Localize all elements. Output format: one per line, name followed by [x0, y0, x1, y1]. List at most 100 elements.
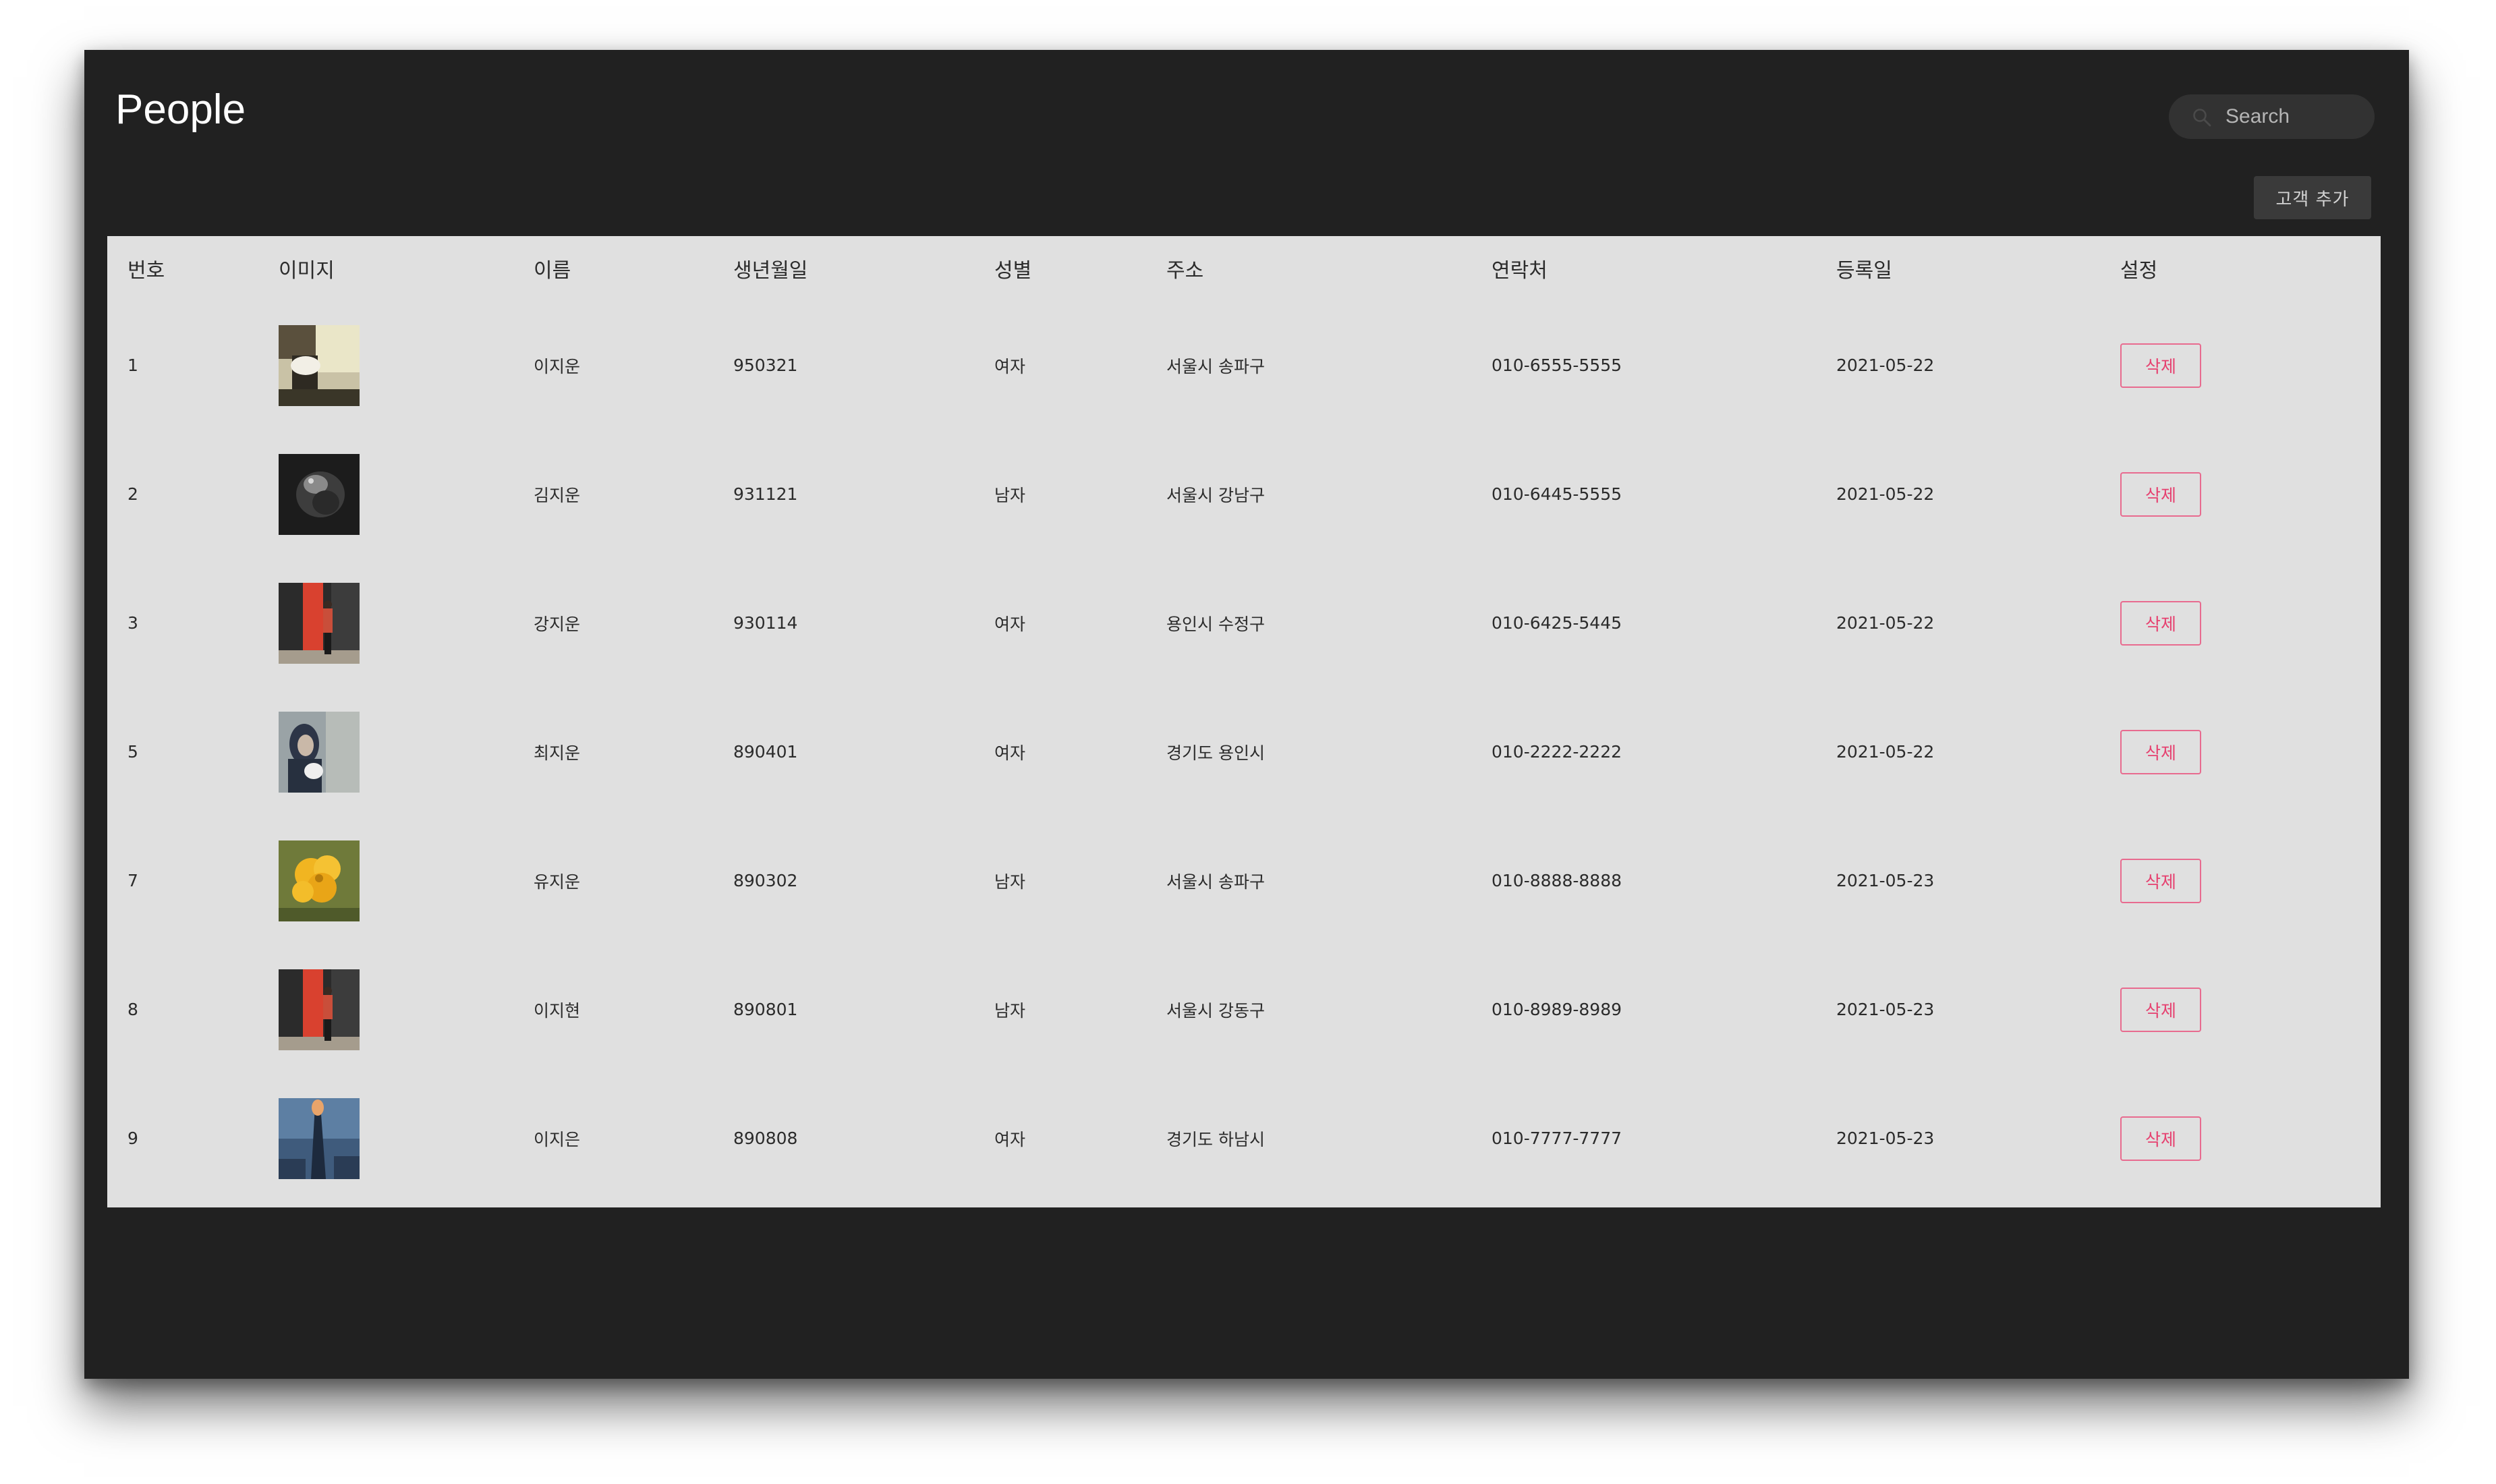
cell-settings: 삭제 [2120, 816, 2381, 945]
cell-registered: 2021-05-23 [1836, 1000, 1935, 1019]
delete-button[interactable]: 삭제 [2120, 858, 2201, 903]
cell-gender: 남자 [994, 485, 1026, 505]
column-header-address[interactable]: 주소 [1166, 236, 1492, 301]
column-header-name[interactable]: 이름 [534, 236, 733, 301]
cell-birthdate: 930114 [733, 613, 798, 633]
cell-number: 2 [127, 484, 138, 504]
cell-settings: 삭제 [2120, 1074, 2381, 1203]
cell-registered: 2021-05-23 [1836, 871, 1935, 890]
avatar-photo [279, 453, 360, 535]
cell-birthdate: 950321 [733, 355, 798, 375]
cell-image [279, 1074, 534, 1203]
cell-registered: 2021-05-22 [1836, 742, 1935, 762]
cell-phone: 010-8888-8888 [1492, 871, 1622, 890]
cell-name: 김지운 [534, 485, 581, 505]
add-customer-button[interactable]: 고객 추가 [2254, 176, 2371, 219]
cell-settings: 삭제 [2120, 687, 2381, 816]
cell-image [279, 816, 534, 945]
cell-birthdate: 931121 [733, 484, 798, 504]
cell-name: 유지운 [534, 872, 581, 892]
cell-birthdate: 890302 [733, 871, 798, 890]
cell-image [279, 559, 534, 687]
cell-registered: 2021-05-22 [1836, 484, 1935, 504]
search-box[interactable] [2169, 94, 2375, 139]
cell-address: 서울시 송파구 [1166, 356, 1265, 376]
cell-address: 경기도 용인시 [1166, 743, 1265, 763]
table-row[interactable]: 2 김지운 931121 남자 서울시 강남구 010-6445-5555 20… [107, 430, 2381, 559]
cell-phone: 010-6425-5445 [1492, 613, 1622, 633]
cell-settings: 삭제 [2120, 559, 2381, 687]
cell-image [279, 301, 534, 430]
page-title: People [115, 86, 246, 133]
column-header-registered[interactable]: 등록일 [1836, 236, 2120, 301]
cell-number: 1 [127, 355, 138, 375]
column-header-birthdate[interactable]: 생년월일 [733, 236, 994, 301]
cell-number: 9 [127, 1129, 138, 1148]
avatar-photo [279, 1097, 360, 1179]
delete-button[interactable]: 삭제 [2120, 1116, 2201, 1161]
cell-name: 이지현 [534, 1000, 581, 1021]
people-table: 번호 이미지 이름 생년월일 성별 주소 연락처 등록일 설정 1 이지운 95… [107, 236, 2381, 1203]
cell-gender: 여자 [994, 614, 1026, 634]
cell-registered: 2021-05-22 [1836, 355, 1935, 375]
cell-birthdate: 890801 [733, 1000, 798, 1019]
people-table-panel: 번호 이미지 이름 생년월일 성별 주소 연락처 등록일 설정 1 이지운 95… [107, 236, 2381, 1207]
cell-image [279, 687, 534, 816]
delete-button[interactable]: 삭제 [2120, 729, 2201, 774]
table-row[interactable]: 8 이지현 890801 남자 서울시 강동구 010-8989-8989 20… [107, 945, 2381, 1074]
cell-settings: 삭제 [2120, 430, 2381, 559]
avatar-photo [279, 840, 360, 921]
avatar-photo [279, 969, 360, 1050]
cell-gender: 남자 [994, 1000, 1026, 1021]
cell-name: 이지은 [534, 1129, 581, 1149]
cell-phone: 010-7777-7777 [1492, 1129, 1622, 1148]
avatar-photo [279, 711, 360, 793]
cell-birthdate: 890808 [733, 1129, 798, 1148]
column-header-phone[interactable]: 연락처 [1492, 236, 1836, 301]
cell-name: 강지운 [534, 614, 581, 634]
search-input[interactable] [2225, 98, 2360, 135]
cell-phone: 010-6555-5555 [1492, 355, 1622, 375]
cell-phone: 010-2222-2222 [1492, 742, 1622, 762]
delete-button[interactable]: 삭제 [2120, 600, 2201, 646]
cell-image [279, 430, 534, 559]
table-row[interactable]: 7 유지운 890302 남자 서울시 송파구 010-8888-8888 20… [107, 816, 2381, 945]
avatar-photo [279, 582, 360, 664]
column-header-gender[interactable]: 성별 [994, 236, 1166, 301]
delete-button[interactable]: 삭제 [2120, 472, 2201, 517]
cell-gender: 남자 [994, 872, 1026, 892]
avatar-photo [279, 324, 360, 406]
app-window: People 고객 추가 번호 이미지 [84, 50, 2409, 1379]
cell-image [279, 945, 534, 1074]
cell-phone: 010-6445-5555 [1492, 484, 1622, 504]
cell-address: 용인시 수정구 [1166, 614, 1265, 634]
cell-address: 서울시 송파구 [1166, 872, 1265, 892]
delete-button[interactable]: 삭제 [2120, 343, 2201, 388]
cell-name: 최지운 [534, 743, 581, 763]
table-header-row: 번호 이미지 이름 생년월일 성별 주소 연락처 등록일 설정 [107, 236, 2381, 301]
cell-address: 서울시 강동구 [1166, 1000, 1265, 1021]
cell-number: 7 [127, 871, 138, 890]
cell-birthdate: 890401 [733, 742, 798, 762]
table-row[interactable]: 9 이지은 890808 여자 경기도 하남시 010-7777-7777 20… [107, 1074, 2381, 1203]
cell-gender: 여자 [994, 1129, 1026, 1149]
cell-registered: 2021-05-22 [1836, 613, 1935, 633]
cell-registered: 2021-05-23 [1836, 1129, 1935, 1148]
cell-gender: 여자 [994, 743, 1026, 763]
cell-number: 3 [127, 613, 138, 633]
cell-number: 5 [127, 742, 138, 762]
column-header-number[interactable]: 번호 [107, 236, 279, 301]
table-row[interactable]: 5 최지운 890401 여자 경기도 용인시 010-2222-2222 20… [107, 687, 2381, 816]
column-header-image[interactable]: 이미지 [279, 236, 534, 301]
cell-number: 8 [127, 1000, 138, 1019]
table-row[interactable]: 3 강지운 930114 여자 용인시 수정구 010-6425-5445 20… [107, 559, 2381, 687]
delete-button[interactable]: 삭제 [2120, 987, 2201, 1032]
cell-settings: 삭제 [2120, 301, 2381, 430]
cell-address: 서울시 강남구 [1166, 485, 1265, 505]
cell-phone: 010-8989-8989 [1492, 1000, 1622, 1019]
search-icon [2193, 109, 2211, 127]
cell-settings: 삭제 [2120, 945, 2381, 1074]
column-header-settings[interactable]: 설정 [2120, 236, 2381, 301]
table-row[interactable]: 1 이지운 950321 여자 서울시 송파구 010-6555-5555 20… [107, 301, 2381, 430]
cell-address: 경기도 하남시 [1166, 1129, 1265, 1149]
